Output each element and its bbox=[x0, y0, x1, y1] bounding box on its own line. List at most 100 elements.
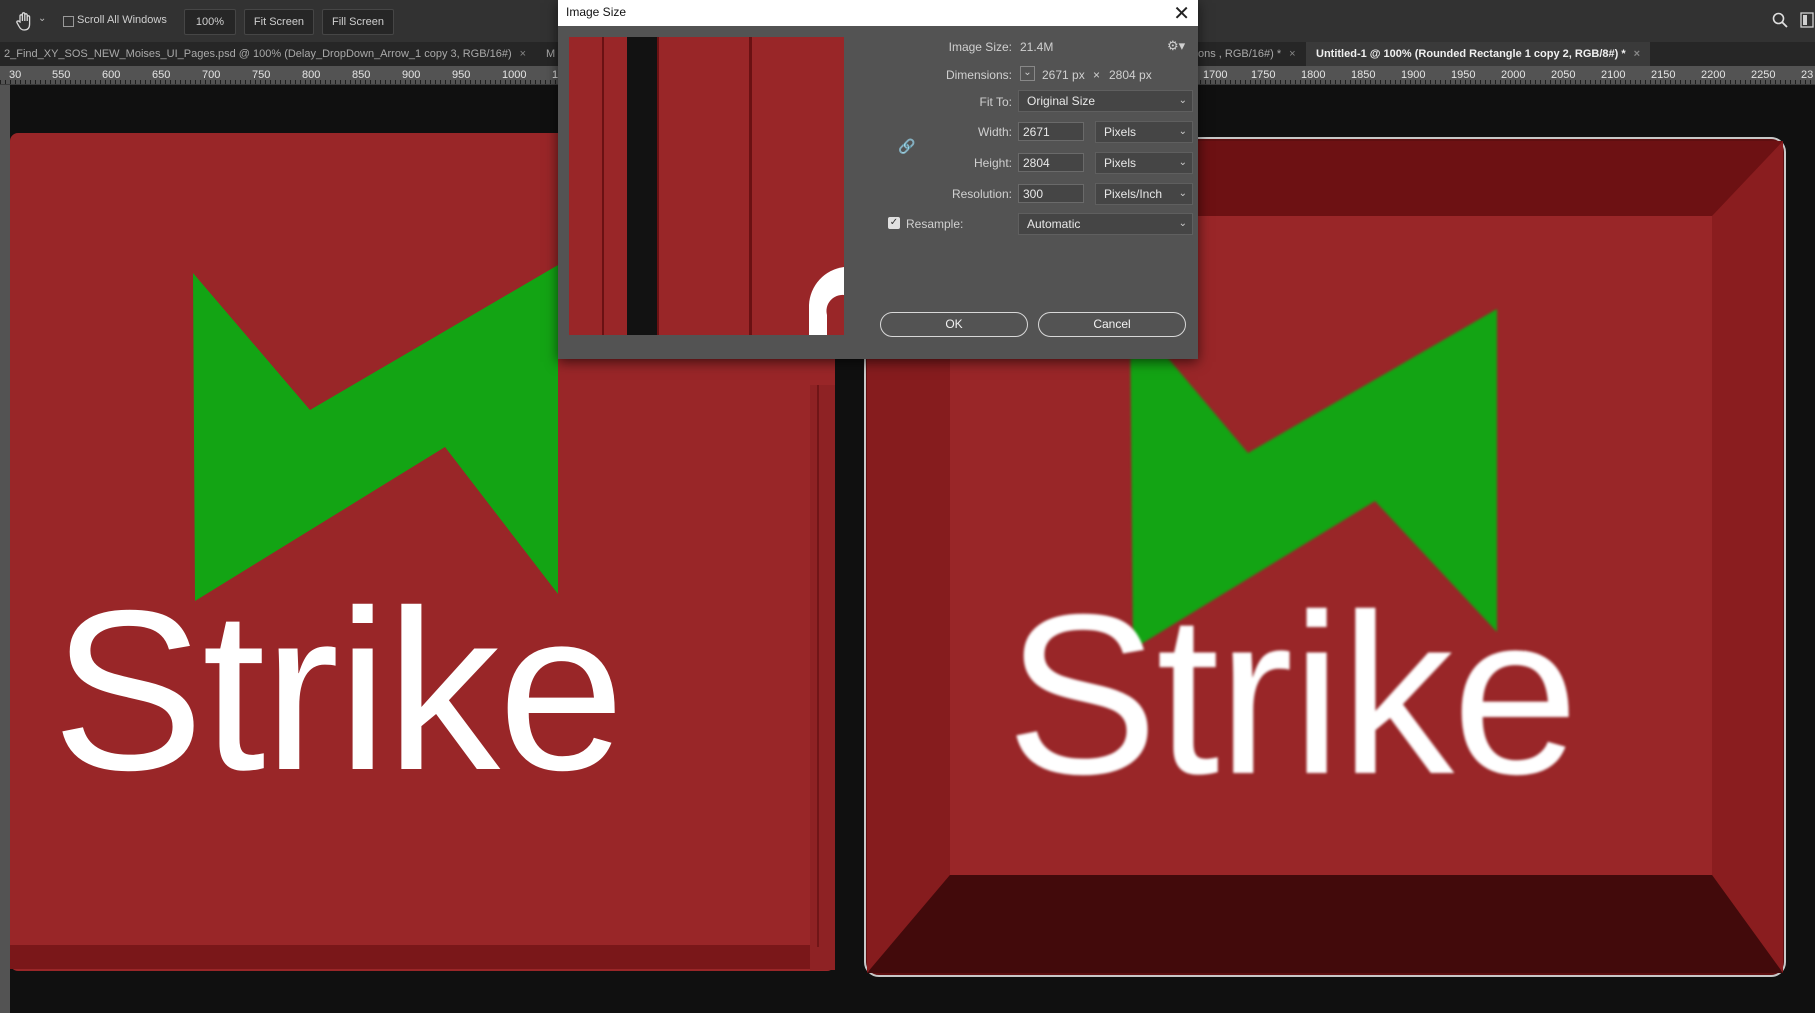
ruler-tick bbox=[245, 80, 246, 84]
ruler-tick bbox=[200, 80, 201, 84]
ruler-tick bbox=[215, 80, 216, 84]
ruler-tick bbox=[1635, 80, 1636, 84]
ruler-tick bbox=[1805, 80, 1806, 84]
width-unit-select[interactable]: Pixels ⌄ bbox=[1095, 121, 1193, 143]
fit-screen-button[interactable]: Fit Screen bbox=[244, 9, 314, 35]
ruler-tick bbox=[130, 80, 131, 84]
ruler-tick bbox=[60, 80, 61, 84]
ruler-tick bbox=[235, 80, 236, 84]
tab-untitled-1[interactable]: Untitled-1 @ 100% (Rounded Rectangle 1 c… bbox=[1306, 42, 1651, 66]
ruler-tick bbox=[165, 80, 166, 84]
resample-value: Automatic bbox=[1027, 217, 1081, 231]
ok-button[interactable]: OK bbox=[880, 312, 1028, 337]
fill-screen-button[interactable]: Fill Screen bbox=[322, 9, 394, 35]
resample-select[interactable]: Automatic ⌄ bbox=[1018, 213, 1193, 235]
ruler-tick bbox=[1600, 80, 1601, 84]
ruler-tick bbox=[5, 80, 6, 84]
ruler-tick bbox=[175, 80, 176, 84]
ruler-tick bbox=[1360, 80, 1361, 84]
vertical-ruler[interactable] bbox=[0, 85, 10, 1013]
ruler-tick bbox=[530, 80, 531, 84]
ruler-tick bbox=[1525, 80, 1526, 84]
ruler-tick bbox=[1310, 80, 1311, 84]
ruler-tick bbox=[540, 80, 541, 84]
ruler-tick bbox=[360, 80, 361, 84]
left-button-right-edge bbox=[810, 385, 835, 970]
ruler-tick bbox=[505, 80, 506, 84]
dimensions-units-chevron-down-icon[interactable]: ⌄ bbox=[1020, 66, 1035, 81]
resample-checkbox[interactable]: ✓ bbox=[888, 217, 900, 229]
ruler-tick bbox=[1535, 80, 1536, 84]
height-input[interactable]: 2804 bbox=[1018, 153, 1084, 172]
ruler-tick bbox=[270, 80, 271, 84]
close-icon[interactable]: × bbox=[1634, 48, 1640, 60]
search-icon[interactable] bbox=[1772, 12, 1788, 28]
ruler-tick bbox=[1435, 80, 1436, 84]
close-icon[interactable]: ✕ bbox=[1173, 1, 1190, 26]
ruler-tick bbox=[1250, 80, 1251, 84]
ruler-tick bbox=[1240, 80, 1241, 84]
gear-icon[interactable]: ⚙▾ bbox=[1167, 38, 1185, 54]
ruler-tick bbox=[510, 80, 511, 84]
ruler-tick bbox=[375, 80, 376, 84]
ruler-tick bbox=[535, 80, 536, 84]
ruler-tick bbox=[280, 80, 281, 84]
ruler-tick bbox=[395, 80, 396, 84]
ruler-tick bbox=[140, 80, 141, 84]
ruler-tick bbox=[1770, 80, 1771, 84]
ruler-tick bbox=[1320, 80, 1321, 84]
ruler-tick bbox=[1470, 80, 1471, 84]
fit-to-select[interactable]: Original Size ⌄ bbox=[1018, 90, 1193, 112]
ruler-tick bbox=[1365, 80, 1366, 84]
hand-tool-icon[interactable] bbox=[14, 10, 36, 32]
width-input[interactable]: 2671 bbox=[1018, 122, 1084, 141]
ruler-tick bbox=[1445, 80, 1446, 84]
ruler-tick bbox=[1660, 80, 1661, 84]
ruler-tick bbox=[1760, 80, 1761, 84]
ruler-tick bbox=[1355, 80, 1356, 84]
tool-preset-chevron-down-icon[interactable]: ⌄ bbox=[38, 13, 46, 24]
ruler-tick bbox=[1615, 80, 1616, 84]
resolution-unit-select[interactable]: Pixels/Inch ⌄ bbox=[1095, 183, 1193, 205]
workspace-icon[interactable] bbox=[1800, 12, 1814, 28]
image-preview[interactable] bbox=[569, 37, 844, 335]
dimensions-label: Dimensions: bbox=[945, 68, 1012, 82]
ruler-tick bbox=[1595, 80, 1596, 84]
ruler-tick bbox=[1520, 80, 1521, 84]
scroll-all-windows-checkbox[interactable] bbox=[63, 16, 74, 27]
ruler-tick bbox=[1270, 80, 1271, 84]
resolution-input[interactable]: 300 bbox=[1018, 184, 1084, 203]
ruler-tick bbox=[1670, 80, 1671, 84]
ruler-tick bbox=[1315, 80, 1316, 84]
close-icon[interactable]: × bbox=[520, 48, 526, 60]
ruler-tick bbox=[545, 80, 546, 84]
tab-find-xy-sos[interactable]: 2_Find_XY_SOS_NEW_Moises_UI_Pages.psd @ … bbox=[4, 42, 544, 66]
ruler-tick bbox=[1610, 80, 1611, 84]
ruler-tick bbox=[1730, 80, 1731, 84]
ruler-tick bbox=[210, 80, 211, 84]
ruler-tick bbox=[1560, 80, 1561, 84]
width-unit-value: Pixels bbox=[1104, 125, 1137, 139]
ruler-tick bbox=[450, 80, 451, 84]
ruler-tick bbox=[1380, 80, 1381, 84]
constrain-proportions-link-icon[interactable]: 🔗 bbox=[898, 138, 915, 155]
height-unit-select[interactable]: Pixels ⌄ bbox=[1095, 152, 1193, 174]
ruler-tick bbox=[1280, 80, 1281, 84]
ruler-tick bbox=[1590, 80, 1591, 84]
tab-ons[interactable]: ons , RGB/16#) * × bbox=[1198, 42, 1310, 66]
zoom-100-button[interactable]: 100% bbox=[184, 9, 236, 35]
ruler-tick bbox=[1295, 80, 1296, 84]
ruler-tick bbox=[1540, 80, 1541, 84]
ruler-tick bbox=[355, 80, 356, 84]
dialog-titlebar[interactable]: Image Size ✕ bbox=[558, 0, 1198, 26]
ruler-tick bbox=[250, 80, 251, 84]
ruler-tick bbox=[310, 80, 311, 84]
ruler-tick bbox=[345, 80, 346, 84]
resample-label: Resample: bbox=[906, 217, 964, 231]
ruler-tick bbox=[285, 80, 286, 84]
ruler-tick bbox=[50, 80, 51, 84]
left-strike-text: Strike bbox=[52, 564, 625, 818]
close-icon[interactable]: × bbox=[1289, 48, 1295, 60]
cancel-button[interactable]: Cancel bbox=[1038, 312, 1186, 337]
ruler-tick bbox=[1415, 80, 1416, 84]
